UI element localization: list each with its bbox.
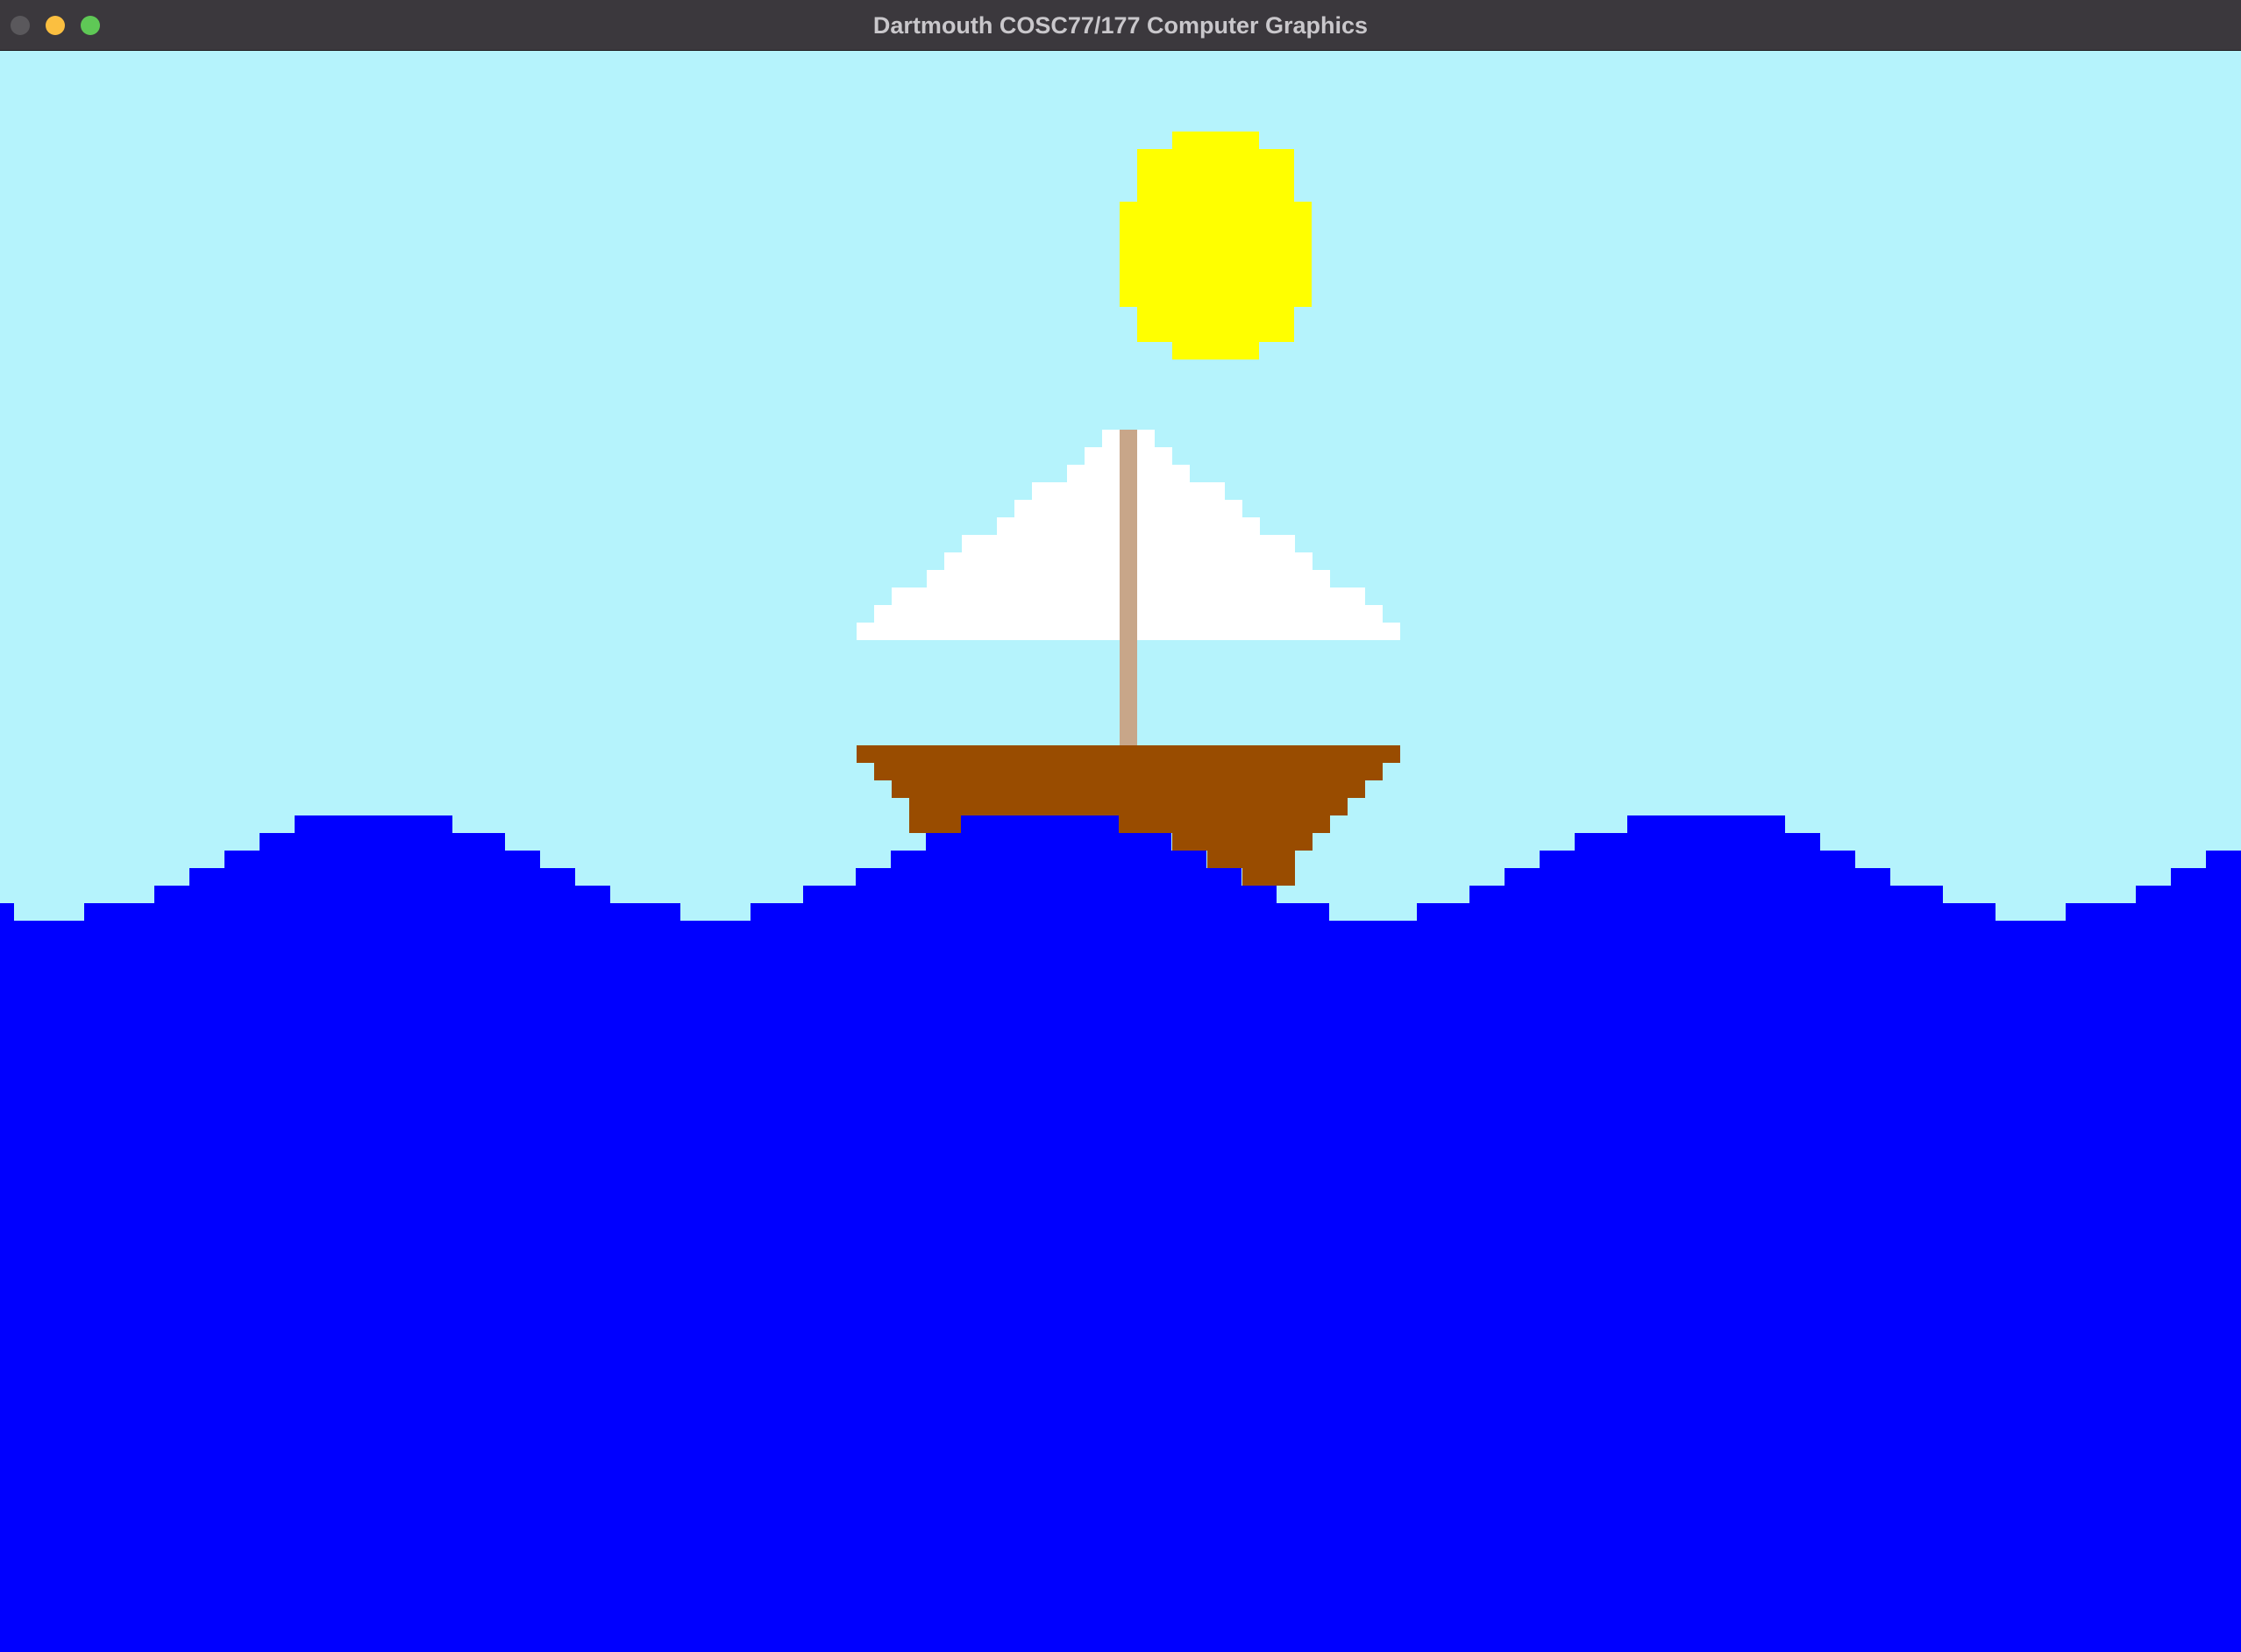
mast [1120,430,1137,745]
window-title: Dartmouth COSC77/177 Computer Graphics [872,12,1369,39]
sun [1120,132,1312,360]
ocean-waves [0,815,2241,1652]
graphics-canvas [0,51,2241,1652]
title-bar[interactable]: Dartmouth COSC77/177 Computer Graphics [0,0,2241,51]
app-window: Dartmouth COSC77/177 Computer Graphics [0,0,2241,1652]
